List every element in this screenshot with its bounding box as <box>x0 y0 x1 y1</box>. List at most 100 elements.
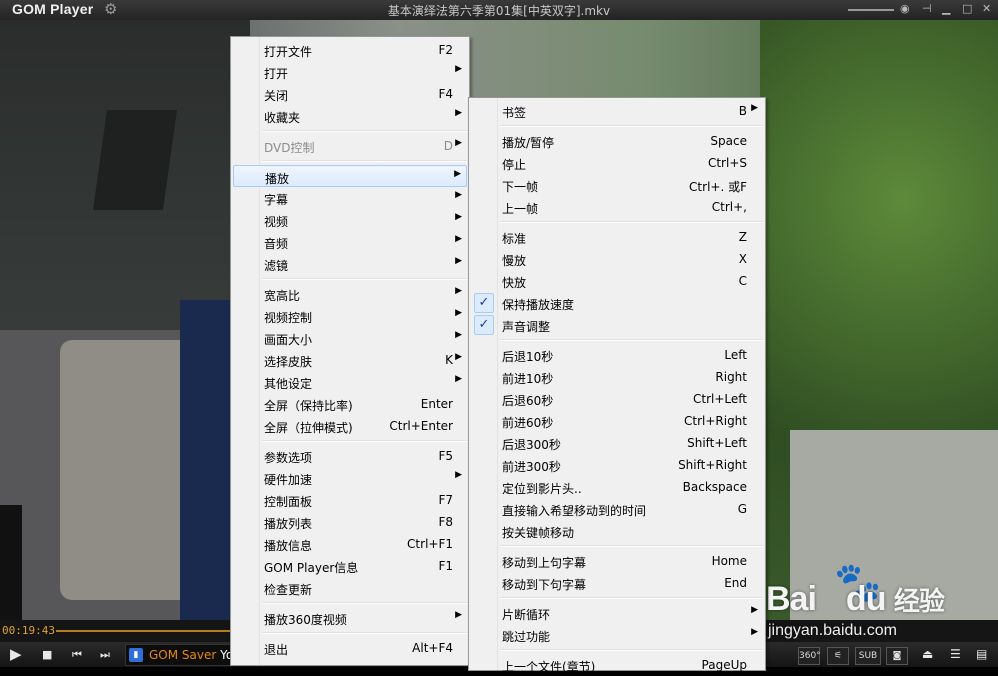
menu-item[interactable]: 慢放 X <box>471 248 763 270</box>
menu-separator <box>500 597 763 599</box>
menu-item-shortcut: Left <box>724 348 747 362</box>
menu-item[interactable]: 硬件加速 ▶ <box>233 467 467 489</box>
menu-item[interactable]: 上一个文件(章节) PageUp <box>471 654 763 676</box>
menu-item[interactable]: 视频 ▶ <box>233 209 467 231</box>
menu-item-label: 关闭 <box>264 89 289 103</box>
menu-item[interactable]: 片断循环 ▶ <box>471 602 763 624</box>
menu-item[interactable]: 后退10秒 Left <box>471 344 763 366</box>
video-shadow <box>0 505 22 620</box>
menu-item[interactable]: 检查更新 <box>233 577 467 599</box>
menu-item[interactable]: 停止 Ctrl+S <box>471 152 763 174</box>
menu-item: DVD控制 D ▶ <box>233 135 467 157</box>
menu-item[interactable]: 书签 B ▶ <box>471 100 763 122</box>
menu-item[interactable]: 下一帧 Ctrl+. 或F <box>471 174 763 196</box>
minimize-icon[interactable]: ▁ <box>942 2 950 15</box>
close-icon[interactable]: ✕ <box>982 2 991 15</box>
menu-item[interactable]: 移动到上句字幕 Home <box>471 550 763 572</box>
menu-item[interactable]: 视频控制 ▶ <box>233 305 467 327</box>
menu-item-shortcut: Enter <box>420 397 453 411</box>
submenu-arrow-icon: ▶ <box>455 108 462 118</box>
submenu-arrow-icon: ▶ <box>455 308 462 318</box>
menu-item-label: 画面大小 <box>264 333 313 347</box>
menu-item[interactable]: 播放列表 F8 <box>233 511 467 533</box>
menu-item[interactable]: 其他设定 ▶ <box>233 371 467 393</box>
menu-separator <box>262 632 467 634</box>
menu-item[interactable]: 画面大小 ▶ <box>233 327 467 349</box>
menu-item[interactable]: 上一帧 Ctrl+, <box>471 196 763 218</box>
menu-item[interactable]: ✓ 声音调整 <box>471 314 763 336</box>
menu-item-shortcut: F2 <box>438 43 453 57</box>
menu-item[interactable]: 音频 ▶ <box>233 231 467 253</box>
menu-item-label: 播放360度视频 <box>264 613 347 627</box>
menu-item[interactable]: 宽高比 ▶ <box>233 283 467 305</box>
menu-item[interactable]: 后退300秒 Shift+Left <box>471 432 763 454</box>
gom-saver-icon: ▮ <box>129 648 143 662</box>
submenu-arrow-icon: ▶ <box>455 610 462 620</box>
menu-item[interactable]: 控制面板 F7 <box>233 489 467 511</box>
current-time: 00:19:43 <box>2 624 55 637</box>
menu-item[interactable]: 前进60秒 Ctrl+Right <box>471 410 763 432</box>
play-icon[interactable]: ▶ <box>10 645 22 663</box>
menu-item[interactable]: 按关键帧移动 <box>471 520 763 542</box>
next-icon[interactable]: ⏭ <box>100 648 110 662</box>
menu-item[interactable]: 全屏（拉伸模式) Ctrl+Enter <box>233 415 467 437</box>
menu-item[interactable]: 收藏夹 ▶ <box>233 105 467 127</box>
volume-slider[interactable] <box>848 9 894 11</box>
menu-item[interactable]: 播放360度视频 ▶ <box>233 607 467 629</box>
menu-item-label: 全屏（保持比率) <box>264 399 353 413</box>
menu-separator <box>262 278 467 280</box>
menu-item[interactable]: 参数选项 F5 <box>233 445 467 467</box>
menu-item[interactable]: 滤镜 ▶ <box>233 253 467 275</box>
pin-icon[interactable]: ⊣ <box>922 2 932 15</box>
menu-item[interactable]: 后退60秒 Ctrl+Left <box>471 388 763 410</box>
audio-icon[interactable]: ◉ <box>900 2 910 15</box>
ad-banner[interactable]: ▮ GOM Saver Yo <box>125 644 237 666</box>
video-chair <box>92 110 178 210</box>
menu-item-shortcut: Backspace <box>682 480 747 494</box>
menu-item-label: 前进300秒 <box>502 460 561 474</box>
menu-item[interactable]: 标准 Z <box>471 226 763 248</box>
menu-item[interactable]: 播放信息 Ctrl+F1 <box>233 533 467 555</box>
menu-item[interactable]: 前进300秒 Shift+Right <box>471 454 763 476</box>
menu-item[interactable]: 直接输入希望移动到的时间 G <box>471 498 763 520</box>
stop-icon[interactable]: ■ <box>42 648 52 661</box>
menu-item-shortcut: F5 <box>438 449 453 463</box>
menu-item[interactable]: 关闭 F4 <box>233 83 467 105</box>
menu-item[interactable]: 前进10秒 Right <box>471 366 763 388</box>
menu-separator <box>500 649 763 651</box>
menu-item[interactable]: 移动到下句字幕 End <box>471 572 763 594</box>
menu-item[interactable]: ✓ 保持播放速度 <box>471 292 763 314</box>
menu-item[interactable]: 跳过功能 ▶ <box>471 624 763 646</box>
menu-item-shortcut: B <box>738 104 747 118</box>
menu-item-shortcut: End <box>724 576 747 590</box>
menu-item[interactable]: 播放 ▶ <box>233 165 467 187</box>
menu-item[interactable]: 播放/暂停 Space <box>471 130 763 152</box>
title-bar[interactable]: GOM Player ⚙ 基本演绎法第六季第01集[中英双字].mkv ◉ ⊣ … <box>0 0 998 20</box>
menu-item-shortcut: Right <box>715 370 747 384</box>
watermark-extra: 经验 <box>893 586 945 616</box>
maximize-icon[interactable]: □ <box>962 2 972 15</box>
menu-item[interactable]: 字幕 ▶ <box>233 187 467 209</box>
menu-item[interactable]: GOM Player信息 F1 <box>233 555 467 577</box>
menu-item-shortcut: Home <box>711 554 747 568</box>
menu-item-shortcut: Ctrl+Enter <box>389 419 453 433</box>
menu-item[interactable]: 全屏（保持比率) Enter <box>233 393 467 415</box>
submenu-arrow-icon: ▶ <box>455 374 462 384</box>
seek-track[interactable] <box>56 630 232 632</box>
menu-item-label: 滤镜 <box>264 259 289 273</box>
menu-item-label: 控制面板 <box>264 495 313 509</box>
previous-icon[interactable]: ⏮ <box>72 648 82 662</box>
watermark-url: jingyan.baidu.com <box>768 622 897 639</box>
menu-item-shortcut: Shift+Right <box>678 458 747 472</box>
video-person <box>180 300 235 620</box>
menu-item[interactable]: 快放 C <box>471 270 763 292</box>
menu-item-label: 跳过功能 <box>502 630 551 644</box>
menu-item[interactable]: 打开文件 F2 <box>233 39 467 61</box>
menu-separator <box>262 440 467 442</box>
menu-item[interactable]: 打开 ▶ <box>233 61 467 83</box>
menu-item[interactable]: 选择皮肤 K ▶ <box>233 349 467 371</box>
menu-item[interactable]: 定位到影片头.. Backspace <box>471 476 763 498</box>
menu-item[interactable]: 退出 Alt+F4 <box>233 637 467 659</box>
menu-item-label: 播放信息 <box>264 539 313 553</box>
menu-item-shortcut: G <box>737 502 747 516</box>
